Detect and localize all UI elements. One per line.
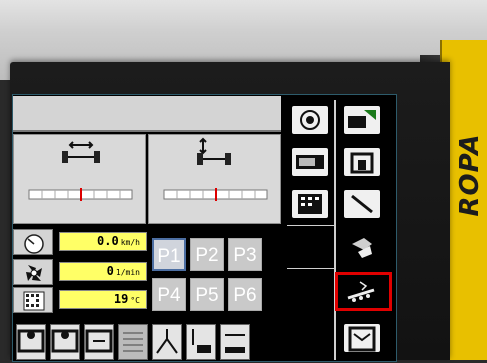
oil-temperature-icon xyxy=(13,287,53,313)
preset-p1-button[interactable]: P1 xyxy=(152,238,186,271)
axle-width-icon xyxy=(28,141,133,201)
brand-logo: ROPA xyxy=(455,133,485,217)
settings-rotate-icon xyxy=(292,106,328,134)
keypad-icon xyxy=(292,190,328,218)
unload-button[interactable] xyxy=(338,100,386,140)
preset-p3-button[interactable]: P3 xyxy=(228,238,262,271)
axle-height-panel[interactable] xyxy=(148,134,281,224)
speedometer-icon xyxy=(13,229,53,255)
width-adjust-button[interactable] xyxy=(84,324,114,360)
selected-highlight xyxy=(335,272,392,311)
preset-p5-button[interactable]: P5 xyxy=(190,278,224,311)
temperature-value: 19 °C xyxy=(59,290,147,309)
settings-button[interactable] xyxy=(286,100,334,140)
lift-button[interactable] xyxy=(152,324,182,360)
bunker-button[interactable] xyxy=(338,318,386,358)
topper-icon xyxy=(17,329,45,353)
harvester-unload-icon xyxy=(344,106,380,134)
fan-speed-value: 0 1/min xyxy=(59,262,147,281)
bunker-icon xyxy=(344,324,380,352)
preset-p6-button[interactable]: P6 xyxy=(228,278,262,311)
rotor-icon xyxy=(51,329,79,353)
speed-value: 0.0 km/h xyxy=(59,232,147,251)
rotor-button[interactable] xyxy=(50,324,80,360)
empty-slot-2 xyxy=(286,271,334,311)
spread-button[interactable] xyxy=(220,324,250,360)
empty-slot-1 xyxy=(286,228,334,268)
sidebar-divider xyxy=(287,225,335,226)
temperature-readout: 19 °C xyxy=(13,287,149,313)
machine-front-icon xyxy=(344,148,380,176)
axle-width-panel[interactable] xyxy=(13,134,146,224)
width-adjust-icon xyxy=(85,329,113,353)
spread-icon xyxy=(225,334,245,353)
axle-height-icon xyxy=(163,137,268,201)
status-bar xyxy=(13,96,281,132)
machine-front-button[interactable] xyxy=(338,142,386,182)
topper-button[interactable] xyxy=(16,324,46,360)
sidebar-divider xyxy=(287,268,335,269)
preset-p4-button[interactable]: P4 xyxy=(152,278,186,311)
depth-icon xyxy=(192,329,211,353)
depth-button[interactable] xyxy=(186,324,216,360)
grid-icon xyxy=(123,332,143,352)
preset-p2-button[interactable]: P2 xyxy=(190,238,224,271)
speed-readout: 0.0 km/h xyxy=(13,229,149,255)
lift-icon xyxy=(156,329,178,354)
display-unit-icon xyxy=(292,148,328,176)
sensor-wand-icon xyxy=(344,190,380,218)
keypad-button[interactable] xyxy=(286,184,334,224)
sensor-button[interactable] xyxy=(338,184,386,224)
grid-button[interactable] xyxy=(118,324,148,360)
fan-speed-readout: 0 1/min xyxy=(13,259,149,285)
display-button[interactable] xyxy=(286,142,334,182)
sidebar-divider xyxy=(334,100,336,360)
conveyor-icon xyxy=(344,234,380,262)
fan-icon xyxy=(13,259,53,285)
conveyor-button[interactable] xyxy=(338,228,386,268)
